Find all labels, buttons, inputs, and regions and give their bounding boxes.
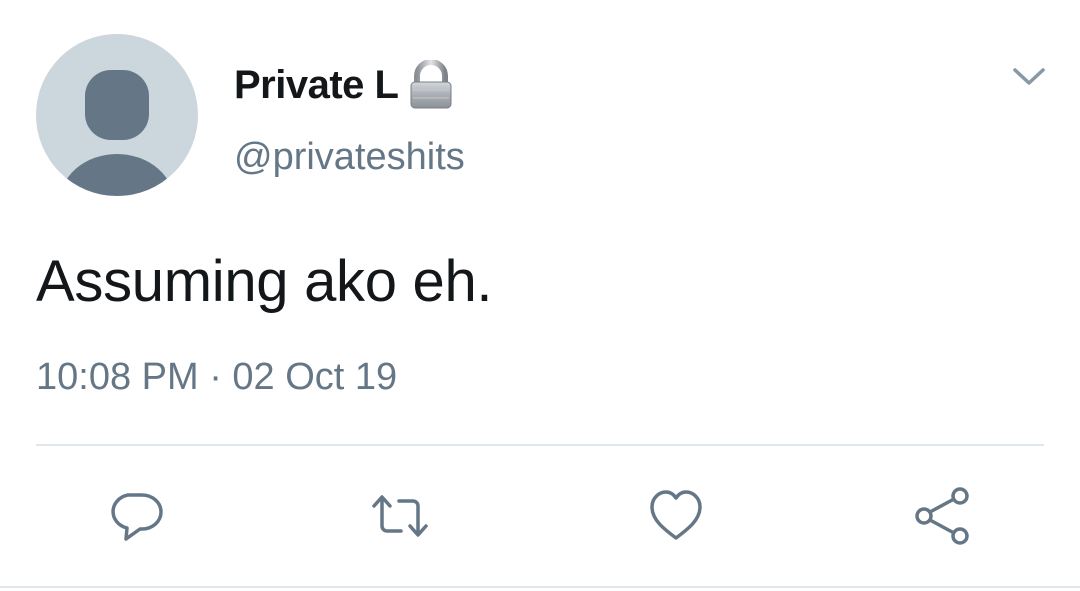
user-handle[interactable]: @privateshits (234, 136, 465, 179)
tweet-timestamp[interactable]: 10:08 PM · 02 Oct 19 (36, 356, 397, 399)
chevron-down-icon[interactable] (1010, 62, 1048, 90)
bottom-divider (0, 586, 1080, 588)
share-button[interactable] (912, 484, 976, 548)
avatar[interactable] (36, 34, 198, 196)
default-avatar-icon (59, 70, 175, 196)
reply-button[interactable] (104, 484, 168, 548)
heart-icon (650, 490, 702, 540)
display-name[interactable]: Private L (234, 63, 399, 108)
retweet-icon (372, 495, 428, 537)
reply-icon (111, 493, 163, 541)
like-button[interactable] (644, 484, 708, 548)
tweet-text: Assuming ako eh. (36, 249, 493, 314)
divider (36, 444, 1044, 446)
lock-icon (408, 59, 454, 110)
display-name-row[interactable]: Private L (234, 59, 454, 110)
retweet-button[interactable] (368, 484, 432, 548)
share-icon (915, 487, 969, 545)
